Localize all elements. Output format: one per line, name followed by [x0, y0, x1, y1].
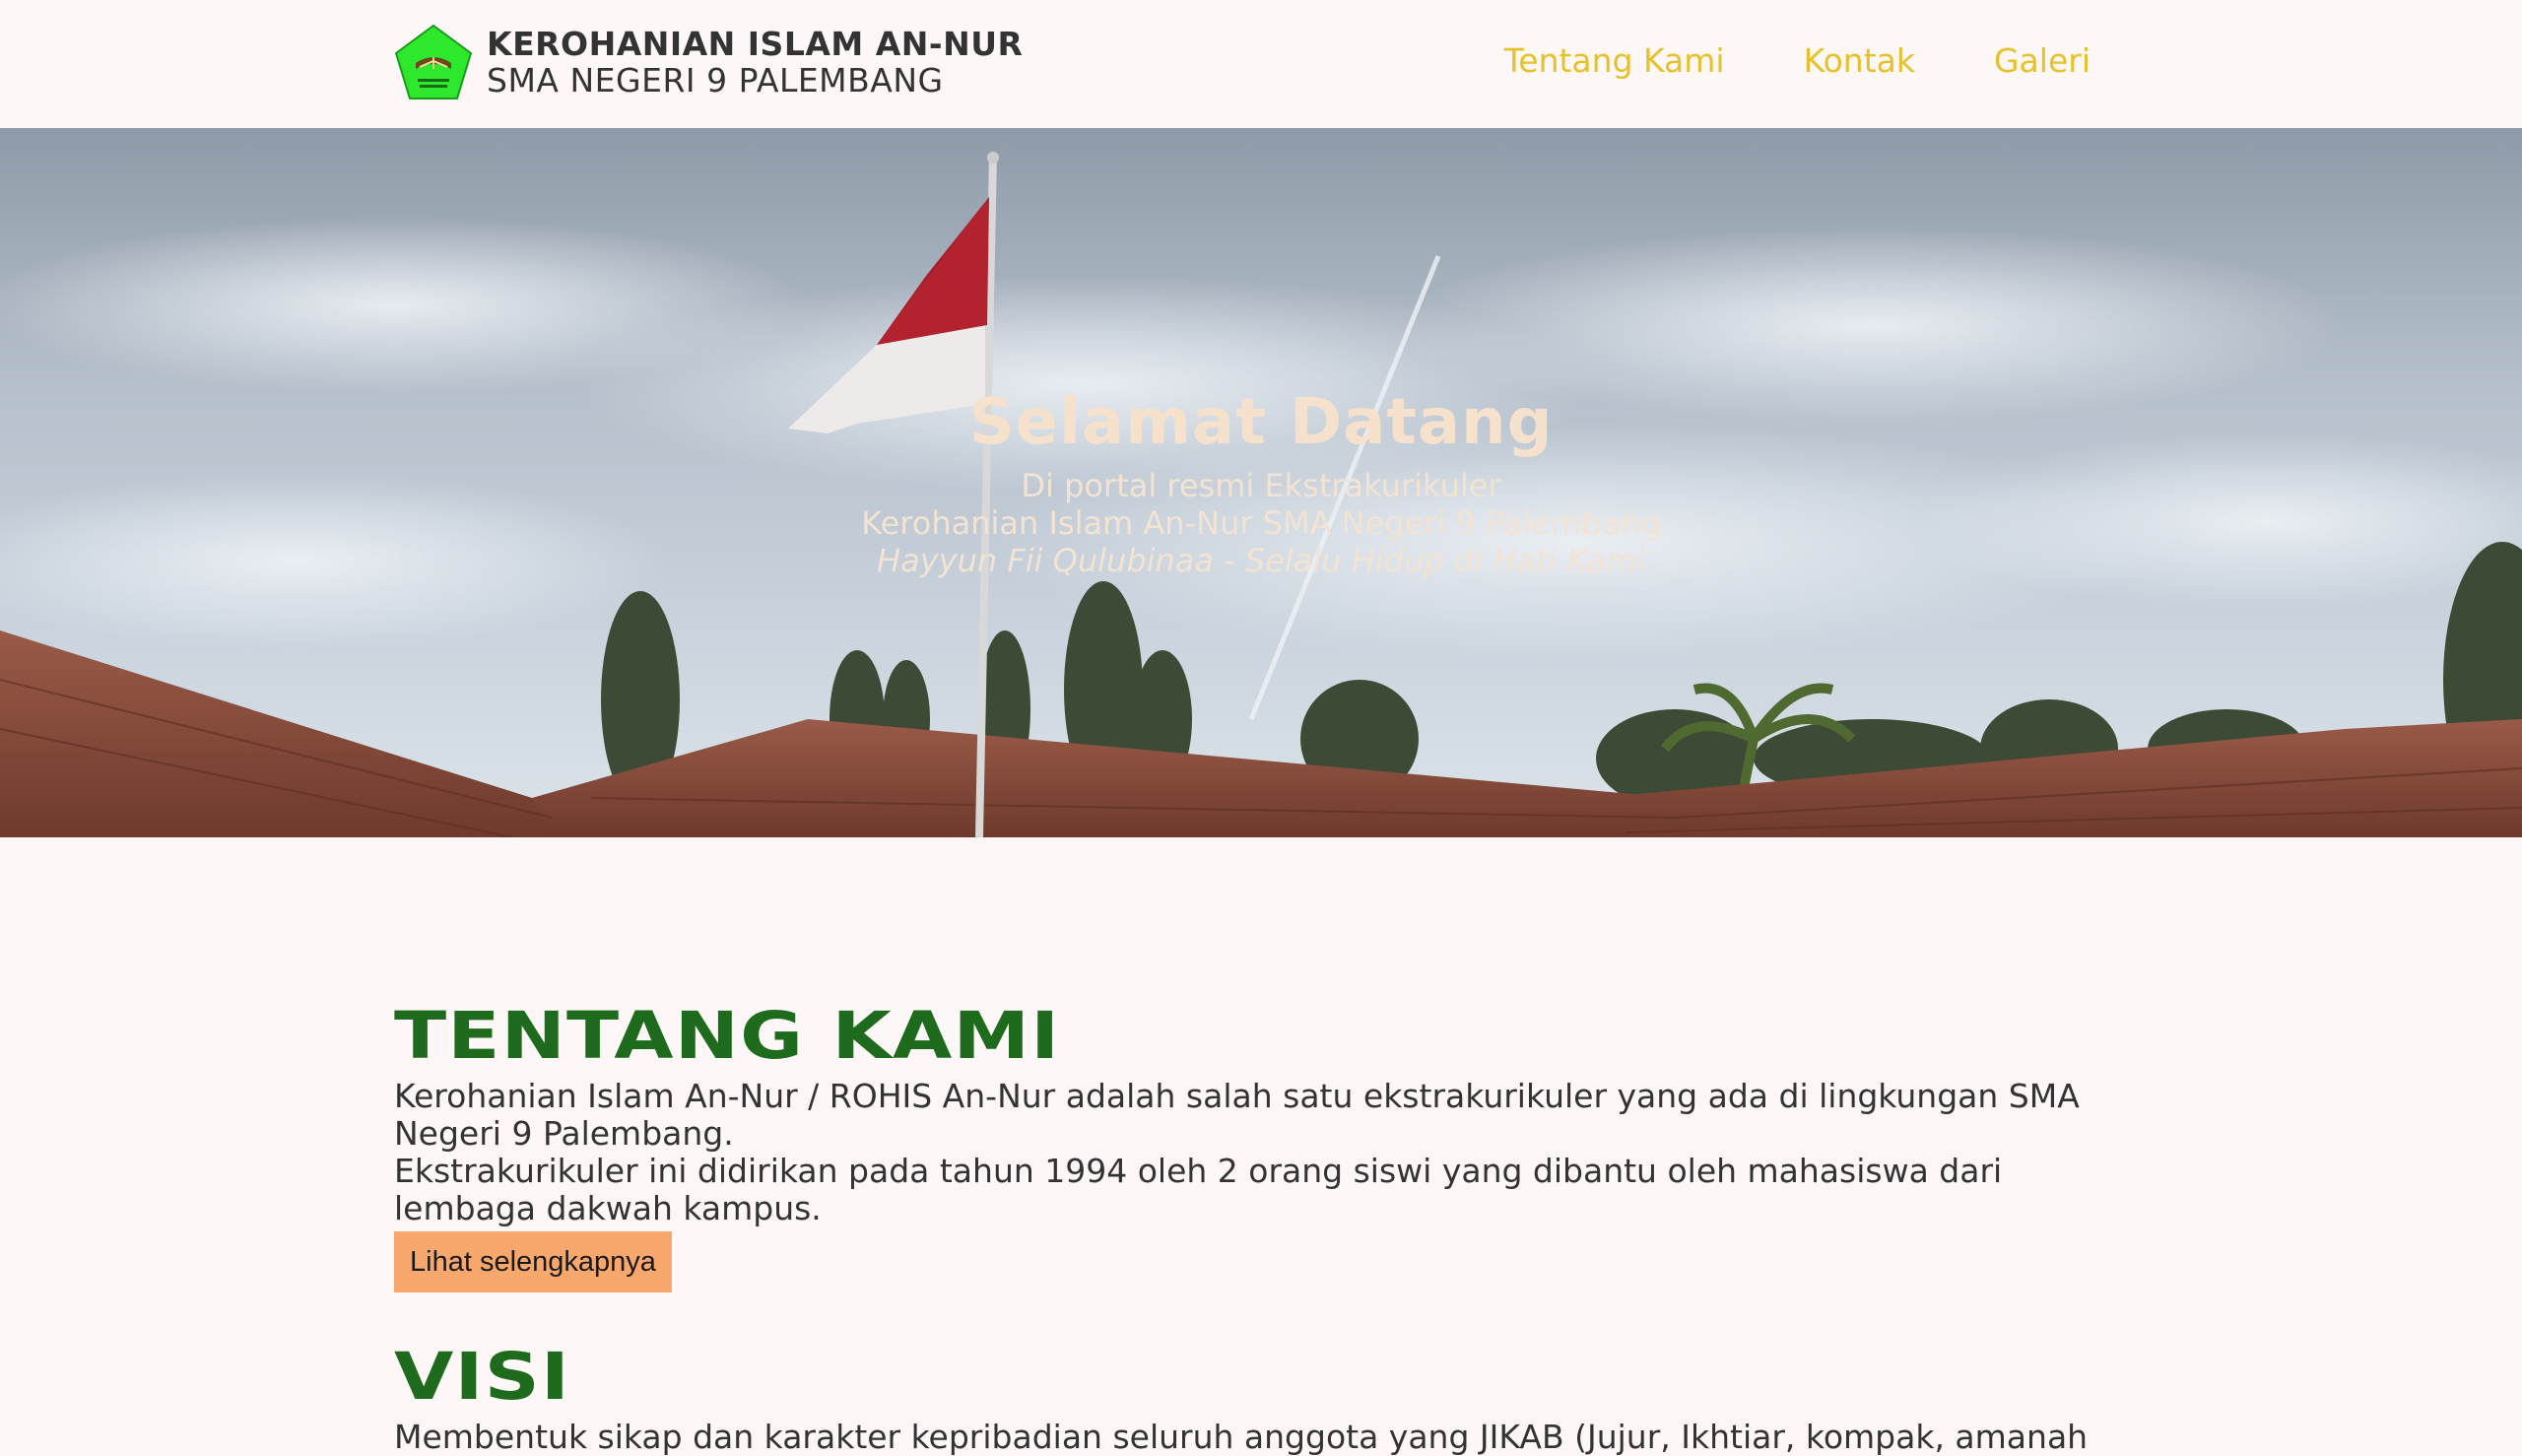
nav-link-tentang-kami[interactable]: Tentang Kami [1504, 41, 1725, 80]
visi-text: Membentuk sikap dan karakter kepribadian… [394, 1419, 2089, 1456]
visi-heading: VISI [394, 1339, 571, 1415]
brand[interactable]: KEROHANIAN ISLAM AN-NUR SMA NEGERI 9 PAL… [394, 24, 1023, 102]
hero-tagline: Hayyun Fii Qulubinaa - Selalu Hidup di H… [877, 542, 1645, 579]
hero-banner: Selamat Datang Di portal resmi Ekstrakur… [0, 128, 2522, 837]
read-more-button[interactable]: Lihat selengkapnya [394, 1231, 672, 1292]
main-content: TENTANG KAMI Kerohanian Islam An-Nur / R… [394, 995, 2108, 1456]
hero-title: Selamat Datang [968, 386, 1554, 459]
rohis-logo-icon [394, 24, 473, 102]
org-subtitle: SMA NEGERI 9 PALEMBANG [487, 61, 944, 99]
hero-line-2: Kerohanian Islam An-Nur SMA Negeri 9 Pal… [861, 504, 1661, 542]
main-nav: Tentang Kami Kontak Galeri [1504, 41, 2091, 80]
brand-text: KEROHANIAN ISLAM AN-NUR SMA NEGERI 9 PAL… [487, 25, 1024, 99]
hero-text: Selamat Datang Di portal resmi Ekstrakur… [0, 386, 2522, 579]
nav-link-galeri[interactable]: Galeri [1994, 41, 2091, 80]
about-section: TENTANG KAMI Kerohanian Islam An-Nur / R… [394, 995, 2108, 1292]
about-paragraph-1: Kerohanian Islam An-Nur / ROHIS An-Nur a… [394, 1077, 2080, 1153]
nav-link-kontak[interactable]: Kontak [1804, 41, 1915, 80]
site-header: KEROHANIAN ISLAM AN-NUR SMA NEGERI 9 PAL… [0, 0, 2522, 128]
about-heading: TENTANG KAMI [394, 998, 1061, 1074]
visi-section: VISI Membentuk sikap dan karakter keprib… [394, 1336, 2108, 1456]
hero-line-1: Di portal resmi Ekstrakurikuler [1021, 467, 1501, 504]
org-title: KEROHANIAN ISLAM AN-NUR [487, 25, 1024, 64]
about-paragraph-2: Ekstrakurikuler ini didirikan pada tahun… [394, 1152, 2003, 1227]
